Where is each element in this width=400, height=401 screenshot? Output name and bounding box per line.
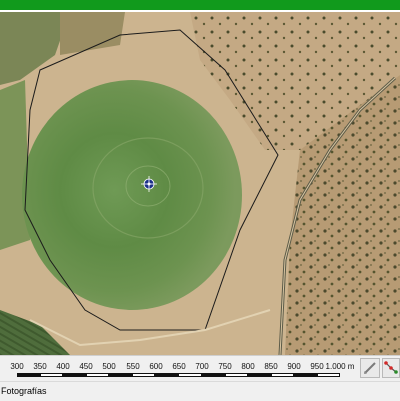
scale-ruler-segment — [247, 373, 271, 377]
scale-tick-label: 850 — [264, 362, 278, 371]
scale-ruler-segment — [109, 373, 133, 377]
scale-tick-label: 450 — [79, 362, 93, 371]
scale-ruler-segment — [155, 373, 179, 377]
scale-tick-label: 950 — [310, 362, 324, 371]
scale-tick-label: 1.000 m — [325, 362, 355, 371]
scale-tick-label: 700 — [195, 362, 209, 371]
scale-ruler — [0, 373, 352, 377]
scale-ruler-segment — [316, 373, 340, 377]
scale-tick-label: 900 — [287, 362, 301, 371]
scale-tick-label: 750 — [218, 362, 232, 371]
scale-ruler-segment — [63, 373, 87, 377]
title-bar — [0, 0, 400, 10]
crop-patch-west — [0, 80, 30, 250]
scale-ruler-segment — [293, 373, 317, 377]
scale-bar: 300 350 400 450 500 550 600 650 700 750 … — [0, 355, 400, 382]
scale-tick-label: 550 — [126, 362, 140, 371]
scale-tick-label: 400 — [56, 362, 70, 371]
scale-tick-label: 500 — [102, 362, 116, 371]
pivot-field — [22, 80, 242, 310]
status-bar: Fotografías — [0, 381, 400, 401]
measure-ruler-icon[interactable] — [360, 358, 380, 378]
scale-ruler-segment — [201, 373, 225, 377]
scale-tick-label: 800 — [241, 362, 255, 371]
polyline-tool-icon[interactable] — [382, 358, 400, 378]
map-view[interactable] — [0, 12, 400, 355]
scale-ruler-segment — [178, 373, 202, 377]
scale-ruler-segment — [17, 373, 41, 377]
scale-ruler-segment — [224, 373, 248, 377]
scale-tick-label: 650 — [172, 362, 186, 371]
photos-tab[interactable]: Fotografías — [1, 386, 47, 396]
scale-ruler-segment — [40, 373, 64, 377]
scale-ruler-segment — [86, 373, 110, 377]
scale-tick-label: 300 — [10, 362, 24, 371]
scale-tick-label: 350 — [33, 362, 47, 371]
scale-ruler-segment — [270, 373, 294, 377]
scale-tick-label: 600 — [149, 362, 163, 371]
scale-ruler-segment — [132, 373, 156, 377]
